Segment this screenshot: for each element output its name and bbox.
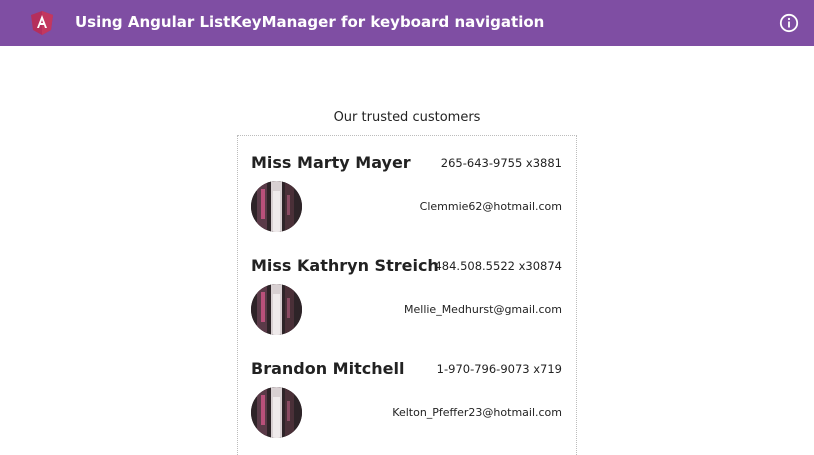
customer-name: Miss Kathryn Streich <box>251 256 439 275</box>
customer-name: Miss Marty Mayer <box>251 153 411 172</box>
customer-name: Brandon Mitchell <box>251 359 405 378</box>
list-heading: Our trusted customers <box>333 110 481 125</box>
customer-list: Miss Marty Mayer 265-643-9755 x3881 Clem… <box>237 135 577 455</box>
list-item[interactable]: Miss Marty Mayer 265-643-9755 x3881 Clem… <box>238 136 576 239</box>
avatar-image <box>251 181 302 232</box>
customer-phone: 484.508.5522 x30874 <box>434 259 562 273</box>
customer-email: Mellie_Medhurst@gmail.com <box>404 303 562 316</box>
customer-email: Kelton_Pfeffer23@hotmail.com <box>392 406 562 419</box>
customer-email: Clemmie62@hotmail.com <box>419 200 562 213</box>
avatar-image <box>251 284 302 335</box>
app-title: Using Angular ListKeyManager for keyboar… <box>75 13 545 31</box>
angular-logo-icon <box>31 11 53 35</box>
list-item[interactable]: Brandon Mitchell 1-970-796-9073 x719 Kel… <box>238 342 576 445</box>
app-toolbar: Using Angular ListKeyManager for keyboar… <box>0 0 814 46</box>
info-icon[interactable] <box>779 13 799 33</box>
avatar-image <box>251 387 302 438</box>
list-item[interactable]: Miss Kathryn Streich 484.508.5522 x30874… <box>238 239 576 342</box>
customer-phone: 265-643-9755 x3881 <box>440 156 562 170</box>
customer-phone: 1-970-796-9073 x719 <box>436 362 562 376</box>
